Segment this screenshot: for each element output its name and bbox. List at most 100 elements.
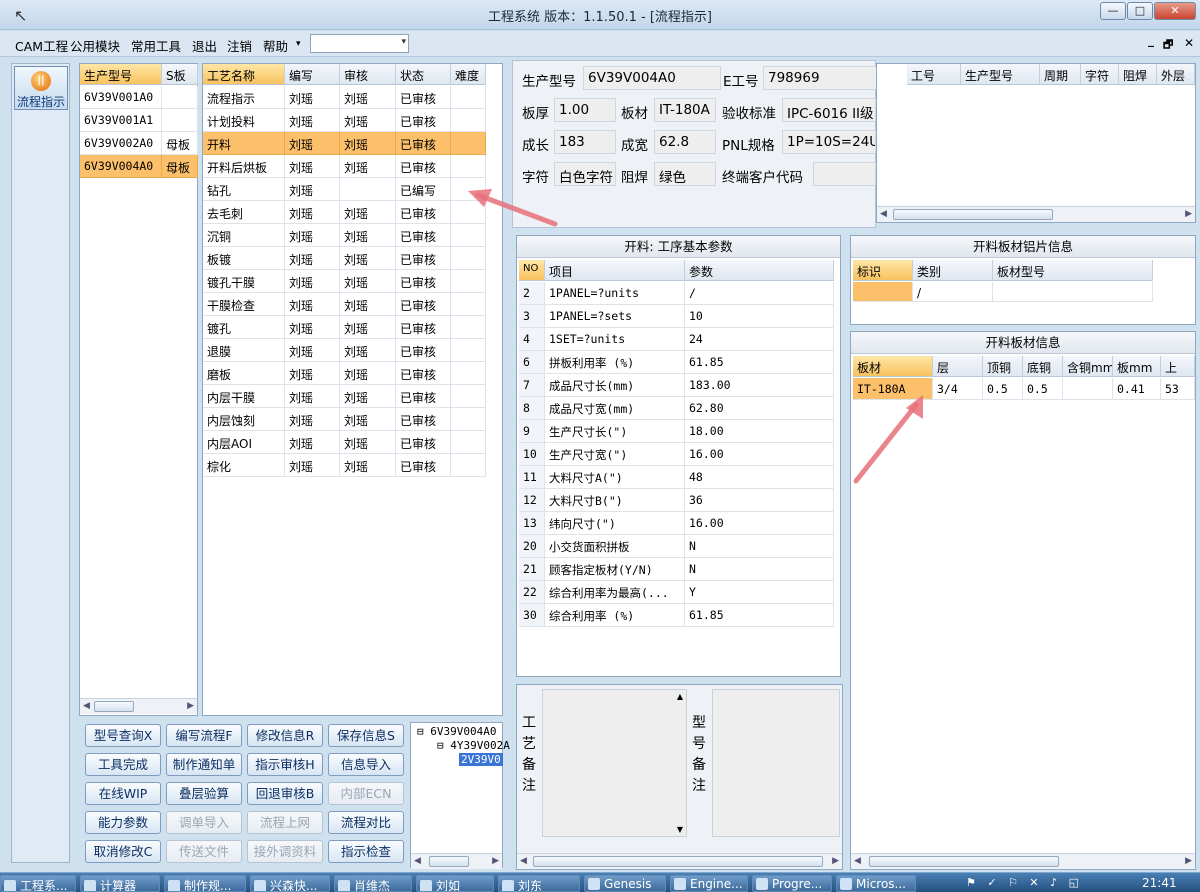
prod-field[interactable]: 6V39V004A0 [583, 66, 721, 90]
taskbar-item[interactable]: Engine... [670, 875, 748, 892]
notes-hscroll[interactable]: ◀ ▶ [517, 853, 842, 869]
menu-exit[interactable]: 退出 [192, 36, 217, 55]
menu-tools[interactable]: 常用工具 [131, 36, 181, 55]
taskbar-item[interactable]: 肖维杰 [334, 875, 412, 892]
alu-header-flag[interactable]: 标识 [853, 260, 913, 281]
wid-field[interactable]: 62.8 [654, 130, 716, 154]
taskbar-item[interactable]: 计算器 [80, 875, 160, 892]
minimize-button[interactable]: — [1100, 2, 1126, 20]
toolbar-combo[interactable]: ▾ [310, 34, 409, 53]
taskbar-item[interactable]: Progre... [752, 875, 832, 892]
process-header-writer[interactable]: 编写 [285, 64, 340, 85]
process-header-reviewer[interactable]: 审核 [340, 64, 396, 85]
action-button-3-0[interactable]: 能力参数 [85, 811, 161, 834]
scroll-right-icon[interactable]: ▶ [187, 701, 194, 711]
orders-header-char[interactable]: 字符 [1081, 64, 1119, 85]
action-button-3-3[interactable]: 流程对比 [328, 811, 404, 834]
scroll-right-icon[interactable]: ▶ [1185, 856, 1192, 866]
taskbar-item[interactable]: Genesis [584, 875, 666, 892]
maximize-button[interactable]: □ [1127, 2, 1153, 20]
scroll-down-icon[interactable]: ▼ [677, 825, 683, 834]
len-field[interactable]: 183 [554, 130, 616, 154]
std-field[interactable]: IPC-6016 II级 [782, 98, 876, 122]
char-field[interactable]: 白色字符 [554, 162, 616, 186]
scroll-left-icon[interactable]: ◀ [414, 856, 421, 866]
params-header-item[interactable]: 项目 [545, 260, 685, 281]
close-button[interactable]: ✕ [1154, 2, 1196, 20]
action-button-2-2[interactable]: 回退审核B [247, 782, 323, 805]
scroll-left-icon[interactable]: ◀ [880, 209, 887, 219]
scroll-left-icon[interactable]: ◀ [520, 856, 527, 866]
model-hscroll[interactable]: ◀ ▶ [80, 698, 197, 714]
board-header-board-mm[interactable]: 板mm [1113, 356, 1161, 377]
scroll-thumb[interactable] [94, 701, 134, 712]
menu-common-modules[interactable]: 公用模块 [70, 36, 120, 55]
action-button-4-0[interactable]: 取消修改C [85, 840, 161, 863]
alu-header-type[interactable]: 类别 [913, 260, 993, 281]
orders-header-outer[interactable]: 外层 [1157, 64, 1195, 85]
orders-header-mask[interactable]: 阻焊 [1119, 64, 1157, 85]
process-header-difficulty[interactable]: 难度 [451, 64, 486, 85]
action-button-1-3[interactable]: 信息导入 [328, 753, 404, 776]
action-button-1-2[interactable]: 指示审核H [247, 753, 323, 776]
menu-help[interactable]: 帮助 [263, 36, 288, 55]
action-button-0-0[interactable]: 型号查询X [85, 724, 161, 747]
menu-overflow-icon[interactable]: ▾ [296, 39, 301, 49]
mask-field[interactable]: 绿色 [654, 162, 716, 186]
action-button-1-1[interactable]: 制作通知单 [166, 753, 242, 776]
tree-node-leaf[interactable]: 2V39V0 [459, 753, 503, 766]
nav-process-button[interactable]: || 流程指示 [14, 66, 68, 110]
orders-header-no[interactable]: 工号 [907, 64, 961, 85]
board-header-bottom-cu[interactable]: 底铜 [1023, 356, 1063, 377]
board-header-layer[interactable]: 层 [933, 356, 983, 377]
taskbar-item[interactable]: 工程系... [0, 875, 76, 892]
mdi-minimize-button[interactable]: _ [1148, 33, 1154, 47]
tree-node-root[interactable]: ⊟ 6V39V004A0 [417, 725, 496, 738]
alu-header-model[interactable]: 板材型号 [993, 260, 1153, 281]
process-header-name[interactable]: 工艺名称 [203, 64, 285, 85]
process-note-textarea[interactable]: ▲ ▼ [542, 689, 687, 837]
orders-hscroll[interactable]: ◀ ▶ [877, 206, 1195, 222]
action-button-0-2[interactable]: 修改信息R [247, 724, 323, 747]
board-header-cu-mm[interactable]: 含铜mm [1063, 356, 1113, 377]
scroll-thumb[interactable] [533, 856, 823, 867]
orders-header-model[interactable]: 生产型号 [961, 64, 1040, 85]
scroll-right-icon[interactable]: ▶ [1185, 209, 1192, 219]
scroll-right-icon[interactable]: ▶ [492, 856, 499, 866]
action-button-1-0[interactable]: 工具完成 [85, 753, 161, 776]
orders-header-cycle[interactable]: 周期 [1040, 64, 1081, 85]
menu-cam[interactable]: CAM工程 [15, 36, 68, 55]
model-header-code[interactable]: 生产型号 [80, 64, 162, 85]
action-button-4-3[interactable]: 指示检查 [328, 840, 404, 863]
scroll-left-icon[interactable]: ◀ [854, 856, 861, 866]
scroll-thumb[interactable] [429, 856, 469, 867]
taskbar-item[interactable]: 制作规... [164, 875, 246, 892]
cust-field[interactable] [813, 162, 876, 186]
tree-node-child[interactable]: ⊟ 4Y39V002A [437, 739, 510, 752]
action-button-2-0[interactable]: 在线WIP [85, 782, 161, 805]
params-header-no[interactable]: NO [519, 260, 545, 281]
taskbar-item[interactable]: 刘如 [416, 875, 494, 892]
menu-logout[interactable]: 注销 [227, 36, 252, 55]
scroll-up-icon[interactable]: ▲ [677, 692, 683, 701]
model-note-textarea[interactable] [712, 689, 840, 837]
tree-hscroll[interactable]: ◀ ▶ [411, 853, 502, 869]
scroll-left-icon[interactable]: ◀ [83, 701, 90, 711]
taskbar-item[interactable]: Micros... [836, 875, 916, 892]
pnl-field[interactable]: 1P=10S=24U [782, 130, 876, 154]
action-button-0-3[interactable]: 保存信息S [328, 724, 404, 747]
action-button-0-1[interactable]: 编写流程F [166, 724, 242, 747]
board-header-material[interactable]: 板材 [853, 356, 933, 377]
mdi-restore-button[interactable]: 🗗 [1163, 36, 1173, 55]
action-button-2-1[interactable]: 叠层验算 [166, 782, 242, 805]
board-header-up[interactable]: 上 [1161, 356, 1195, 377]
scroll-thumb[interactable] [893, 209, 1053, 220]
scroll-thumb[interactable] [869, 856, 1059, 867]
mat-field[interactable]: IT-180A [654, 98, 716, 122]
taskbar-item[interactable]: 兴森快... [250, 875, 330, 892]
model-header-s[interactable]: S板 [162, 64, 198, 85]
taskbar-item[interactable]: 刘东 [498, 875, 580, 892]
mdi-close-button[interactable]: ✕ [1184, 36, 1194, 50]
scroll-right-icon[interactable]: ▶ [832, 856, 839, 866]
thick-field[interactable]: 1.00 [554, 98, 616, 122]
